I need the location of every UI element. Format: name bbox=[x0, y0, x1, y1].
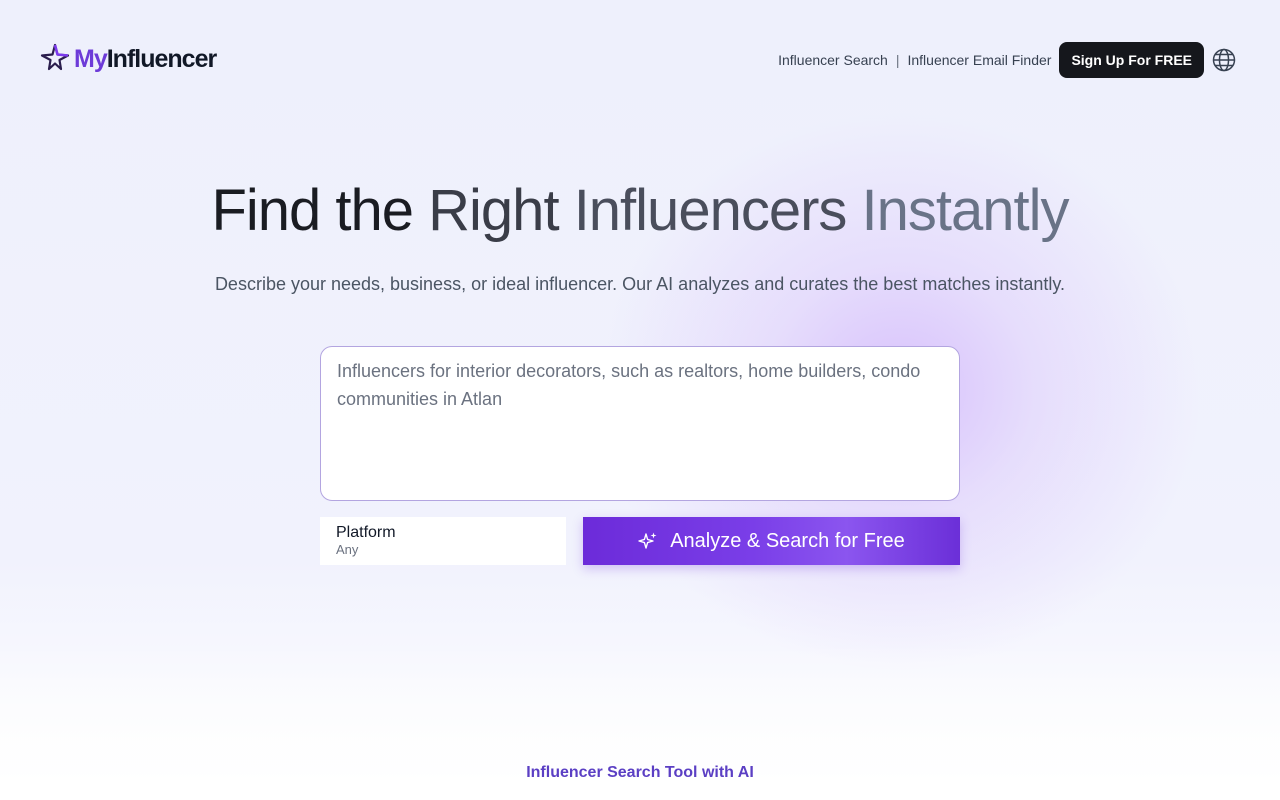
sparkle-icon bbox=[638, 531, 658, 551]
hero-title: Find the Right Influencers Instantly bbox=[0, 178, 1280, 244]
brand-name: MyInfluencer bbox=[74, 45, 217, 74]
nav-influencer-email-finder[interactable]: Influencer Email Finder bbox=[907, 52, 1051, 68]
analyze-search-button[interactable]: Analyze & Search for Free bbox=[583, 517, 960, 565]
hero-title-part-2: Right bbox=[428, 178, 559, 243]
top-nav: Influencer Search | Influencer Email Fin… bbox=[778, 42, 1236, 78]
platform-label: Platform bbox=[336, 524, 396, 541]
nav-influencer-search[interactable]: Influencer Search bbox=[778, 52, 888, 68]
globe-icon[interactable] bbox=[1212, 48, 1236, 72]
site-header: MyInfluencer Influencer Search | Influen… bbox=[0, 0, 1280, 120]
sign-up-button[interactable]: Sign Up For FREE bbox=[1059, 42, 1204, 78]
platform-value: Any bbox=[336, 542, 359, 557]
hero-title-part-3: Influencers bbox=[573, 178, 848, 243]
analyze-search-label: Analyze & Search for Free bbox=[670, 529, 905, 552]
search-query-input[interactable]: Influencers for interior decorators, suc… bbox=[320, 346, 960, 501]
hero-subtitle: Describe your needs, business, or ideal … bbox=[214, 274, 1066, 294]
section-title: Influencer Search Tool with AI bbox=[526, 764, 754, 781]
brand-name-prefix: My bbox=[74, 45, 108, 73]
hero-title-part-4: Instantly bbox=[861, 178, 1070, 243]
brand-logo[interactable]: MyInfluencer bbox=[40, 42, 217, 77]
star-logo-icon bbox=[40, 42, 70, 77]
platform-select[interactable]: Platform Any bbox=[320, 517, 566, 565]
brand-name-suffix: Influencer bbox=[106, 45, 217, 73]
hero-title-part-1: Find the bbox=[211, 178, 414, 243]
nav-separator: | bbox=[895, 52, 900, 68]
